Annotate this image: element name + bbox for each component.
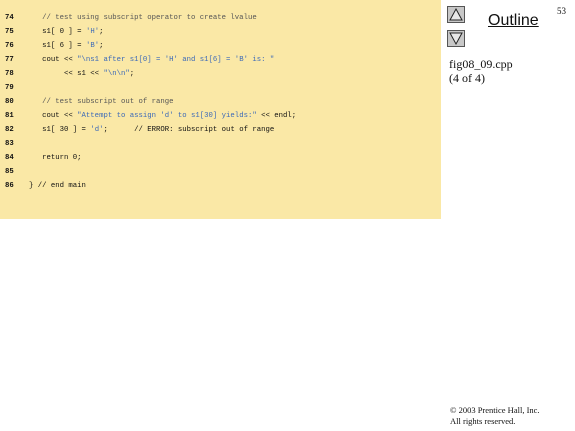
- code-token-plain: } // end main: [29, 182, 86, 190]
- code-text: } // end main: [29, 179, 86, 193]
- file-name: fig08_09.cpp: [449, 57, 513, 71]
- line-number: 82: [5, 126, 14, 134]
- triangle-down-icon[interactable]: [447, 30, 465, 47]
- line-number: 86: [5, 182, 14, 190]
- line-number: 81: [5, 112, 14, 120]
- line-number: 76: [5, 42, 14, 50]
- code-token-plain: ;: [129, 70, 135, 78]
- line-number: 77: [5, 56, 14, 64]
- code-token-string: 'B': [85, 42, 100, 50]
- code-token-plain: return 0;: [29, 154, 82, 162]
- code-token-plain: s1[ 0 ] =: [29, 28, 86, 36]
- code-text: cout << "\ns1 after s1[0] = 'H' and s1[6…: [29, 53, 274, 67]
- code-token-plain: << s1 <<: [29, 70, 104, 78]
- line-number: 75: [5, 28, 14, 36]
- line-number: 84: [5, 154, 14, 162]
- line-number: 85: [5, 168, 14, 176]
- code-token-string: 'd': [90, 126, 104, 134]
- triangle-up-icon-glyph: [449, 7, 463, 21]
- triangle-up-icon[interactable]: [447, 6, 465, 23]
- line-number: 74: [5, 14, 14, 22]
- code-token-string: "\ns1 after s1[0] = 'H' and s1[6] = 'B' …: [77, 56, 275, 64]
- code-token-comment: // test using subscript operator to crea…: [29, 14, 257, 22]
- code-token-plain: ;: [99, 42, 104, 50]
- page-number: 53: [557, 6, 566, 16]
- code-token-string: "Attempt to assign 'd' to s1[30] yields:…: [77, 112, 257, 120]
- code-token-plain: s1[ 6 ] =: [29, 42, 86, 50]
- copyright-line-2: All rights reserved.: [450, 416, 516, 426]
- code-token-plain: ; // ERROR: subscript out of range: [103, 126, 275, 134]
- outline-link[interactable]: Outline: [488, 12, 539, 30]
- code-token-plain: << endl;: [256, 112, 297, 120]
- code-text: s1[ 6 ] = 'B';: [29, 39, 103, 53]
- code-panel: 74 // test using subscript operator to c…: [0, 0, 441, 219]
- code-text: s1[ 30 ] = 'd'; // ERROR: subscript out …: [29, 123, 274, 137]
- code-token-plain: cout <<: [29, 112, 78, 120]
- triangle-down-icon-glyph: [449, 32, 463, 46]
- code-text: << s1 << "\n\n";: [29, 67, 134, 81]
- code-token-comment: // test subscript out of range: [29, 98, 174, 106]
- code-token-plain: s1[ 30 ] =: [29, 126, 91, 134]
- copyright-line-1: © 2003 Prentice Hall, Inc.: [450, 405, 540, 415]
- code-text: return 0;: [29, 151, 82, 165]
- line-number: 83: [5, 140, 14, 148]
- file-part: (4 of 4): [449, 71, 485, 85]
- code-text: s1[ 0 ] = 'H';: [29, 25, 103, 39]
- line-number: 79: [5, 84, 14, 92]
- code-text: cout << "Attempt to assign 'd' to s1[30]…: [29, 109, 296, 123]
- code-text: // test subscript out of range: [29, 95, 174, 109]
- code-text: // test using subscript operator to crea…: [29, 11, 257, 25]
- code-token-plain: cout <<: [29, 56, 78, 64]
- code-token-plain: ;: [99, 28, 104, 36]
- code-token-string: "\n\n": [103, 70, 130, 78]
- code-token-string: 'H': [85, 28, 100, 36]
- line-number: 80: [5, 98, 14, 106]
- line-number: 78: [5, 70, 14, 78]
